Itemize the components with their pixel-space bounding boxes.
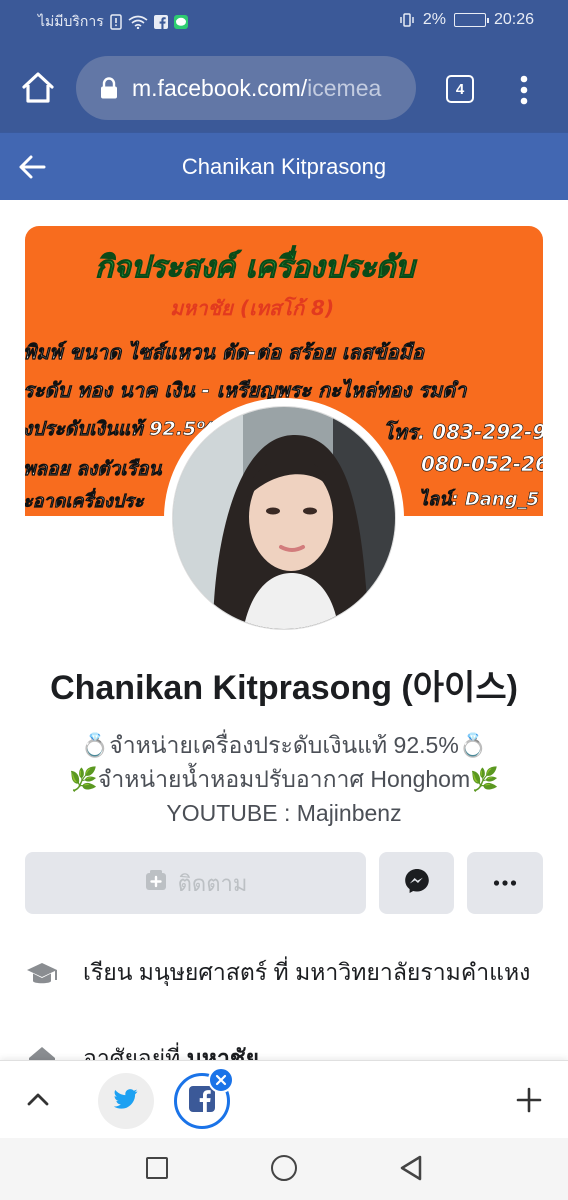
line-notification-icon xyxy=(173,15,188,29)
education-text: เรียน มนุษยศาสตร์ ที่ มหาวิทยาลัยรามคำแห… xyxy=(83,959,531,985)
bio-line: 💍จำหน่ายเครื่องประดับเงินแท้ 92.5%💍 xyxy=(80,732,488,758)
home-icon xyxy=(25,1042,59,1062)
cover-text-line: ระดับ ทอง นาค เงิน - เหรียญพระ กะไหล่ทอง… xyxy=(25,378,467,403)
twitter-tab[interactable] xyxy=(98,1073,154,1129)
bio-line: YOUTUBE : Majinbenz xyxy=(166,800,402,826)
chevron-up-icon[interactable] xyxy=(24,1087,52,1111)
battery-percent: 2% xyxy=(422,11,446,28)
tabs-button[interactable]: 4 xyxy=(446,75,474,103)
cover-title: กิจประสงค์ เครื่องประดับ xyxy=(94,250,415,286)
follow-label: ติดตาม xyxy=(177,870,248,896)
cover-text-line: ะอาดเครื่องประ xyxy=(25,491,144,513)
location-row: อาศัยอยู่ที่ มหาชัย xyxy=(25,1040,543,1062)
location-text: อาศัยอยู่ที่ มหาชัย xyxy=(83,1042,259,1062)
battery-charging-icon xyxy=(453,13,489,27)
profile-bio: 💍จำหน่ายเครื่องประดับเงินแท้ 92.5%💍 🌿จำห… xyxy=(0,728,568,830)
education-row: เรียน มนุษยศาสตร์ ที่ มหาวิทยาลัยรามคำแห… xyxy=(25,956,543,992)
bio-line: 🌿จำหน่ายน้ำหอมปรับอากาศ Honghom🌿 xyxy=(69,766,499,792)
close-icon[interactable] xyxy=(208,1067,234,1093)
plus-icon[interactable] xyxy=(512,1083,546,1117)
status-bar: ไม่มีบริการ 2% 20:26 xyxy=(0,0,568,42)
browser-bottom-bar xyxy=(0,1060,568,1138)
cover-line-id: ไลน์: Dang_5 xyxy=(419,489,540,511)
messenger-icon xyxy=(403,867,431,900)
message-button[interactable] xyxy=(379,852,454,914)
carrier-text: ไม่มีบริการ xyxy=(38,13,104,29)
browser-toolbar: m.facebook.com/icemea 4 xyxy=(0,42,568,132)
url-rest: icemea xyxy=(307,74,382,101)
follow-icon xyxy=(144,868,168,898)
cover-subtitle: มหาชัย (เทสโก้ 8) xyxy=(170,296,335,320)
cover-phone-1: โทร. 083-292-91 xyxy=(383,420,543,445)
lock-icon xyxy=(100,77,118,99)
home-button[interactable] xyxy=(271,1155,297,1181)
page-header: Chanikan Kitprasong xyxy=(0,132,568,200)
home-icon[interactable] xyxy=(18,68,58,108)
follow-button[interactable]: ติดตาม xyxy=(25,852,366,914)
system-navigation-bar xyxy=(0,1138,568,1200)
clock: 20:26 xyxy=(493,11,534,28)
more-horiz-icon xyxy=(493,874,517,892)
page-title: Chanikan Kitprasong xyxy=(181,154,387,179)
url-main: m.facebook.com/ xyxy=(132,74,308,101)
profile-name: Chanikan Kitprasong (아이스) xyxy=(50,669,518,707)
profile-photo xyxy=(172,406,396,630)
url-text: m.facebook.com/icemea xyxy=(132,75,381,102)
more-vert-icon[interactable] xyxy=(512,72,536,108)
cover-text-line: พิมพ์ ขนาด ไซส์แหวน ตัด-ต่อ สร้อย เลสข้อ… xyxy=(25,340,424,365)
address-bar[interactable]: m.facebook.com/icemea xyxy=(76,56,416,120)
sim-alert-icon xyxy=(110,14,122,30)
cover-phone-2: 080-052-26 xyxy=(421,452,543,477)
facebook-icon xyxy=(189,1085,215,1117)
recent-apps-button[interactable] xyxy=(146,1157,168,1179)
status-left: ไม่มีบริการ xyxy=(38,11,188,33)
more-options-button[interactable] xyxy=(467,852,543,914)
back-triangle-icon[interactable] xyxy=(398,1154,424,1182)
twitter-icon xyxy=(113,1088,138,1114)
vibrate-icon xyxy=(399,12,415,28)
graduation-cap-icon xyxy=(25,958,59,992)
cover-text-line: พลอย ลงตัวเรือน xyxy=(25,458,162,481)
avatar[interactable] xyxy=(164,398,404,638)
status-right: 2% 20:26 xyxy=(399,11,534,29)
wifi-icon xyxy=(128,15,148,29)
facebook-notification-icon xyxy=(153,15,168,29)
cover-text-line: งประดับเงินแท้ 92.5% xyxy=(25,418,216,441)
